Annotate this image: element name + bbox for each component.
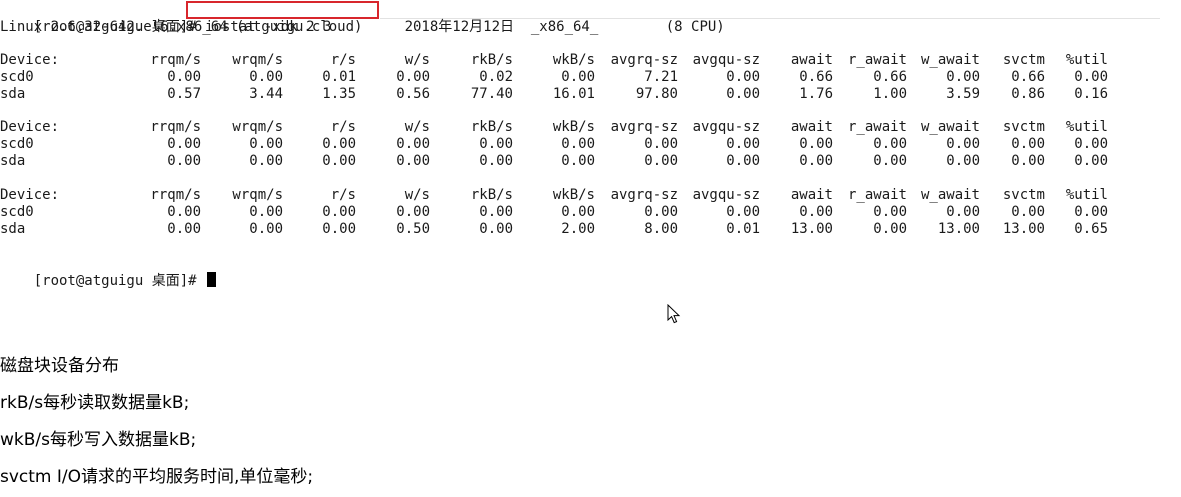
cell-rkb-s: 0.00	[479, 136, 513, 152]
cell-w-s: 0.00	[396, 204, 430, 220]
shell-prompt: [root@atguigu 桌面]#	[33, 273, 206, 289]
header-rrqm-s: rrqm/s	[150, 119, 201, 135]
cell-rrqm-s: 0.00	[167, 69, 201, 85]
header-wkb-s: wkB/s	[552, 187, 595, 203]
cell-avgrq-sz: 0.00	[644, 153, 678, 169]
cell-avgrq-sz: 0.00	[644, 204, 678, 220]
cell-rrqm-s: 0.00	[167, 221, 201, 237]
header-w-s: w/s	[404, 52, 430, 68]
mouse-pointer-icon	[667, 304, 681, 324]
header-rkb-s: rkB/s	[470, 187, 513, 203]
header-wkb-s: wkB/s	[552, 119, 595, 135]
header-rkb-s: rkB/s	[470, 52, 513, 68]
header-w-s: w/s	[404, 187, 430, 203]
cell-util: 0.00	[1074, 136, 1108, 152]
header-rrqm-s: rrqm/s	[150, 52, 201, 68]
cell-device: scd0	[0, 69, 34, 85]
cell-device: scd0	[0, 136, 34, 152]
final-prompt-line[interactable]: [root@atguigu 桌面]#	[0, 255, 217, 289]
cell-w-s: 0.56	[396, 86, 430, 102]
note-wkbs: wkB/s每秒写入数据量kB;	[0, 430, 197, 450]
cell-wkb-s: 0.00	[561, 204, 595, 220]
cell-rkb-s: 0.00	[479, 153, 513, 169]
cell-wkb-s: 0.00	[561, 153, 595, 169]
cell-w-s: 0.50	[396, 221, 430, 237]
cell-device: sda	[0, 221, 26, 237]
header-device: Device:	[0, 119, 60, 135]
cell-w-s: 0.00	[396, 153, 430, 169]
cell-wkb-s: 2.00	[561, 221, 595, 237]
terminal-block-cursor	[207, 272, 217, 287]
terminal-output[interactable]: [root@atguigu 桌面]# iostat -xdk 2 3 Linux…	[0, 0, 1181, 289]
cell-wkb-s: 0.00	[561, 69, 595, 85]
cell-rkb-s: 77.40	[470, 86, 513, 102]
cell-rkb-s: 0.00	[479, 221, 513, 237]
header-avgrq-sz: avgrq-sz	[610, 119, 678, 135]
cell-rkb-s: 0.00	[479, 204, 513, 220]
header-util: %util	[1065, 52, 1108, 68]
cell-rrqm-s: 0.00	[167, 136, 201, 152]
cell-util: 0.00	[1074, 153, 1108, 169]
cell-device: sda	[0, 86, 26, 102]
cell-avgrq-sz: 0.00	[644, 136, 678, 152]
cell-device: scd0	[0, 204, 34, 220]
cell-rkb-s: 0.02	[479, 69, 513, 85]
note-disk-block-devices: 磁盘块设备分布	[0, 356, 119, 376]
header-device: Device:	[0, 187, 60, 203]
note-rkbs: rkB/s每秒读取数据量kB;	[0, 393, 190, 413]
header-rkb-s: rkB/s	[470, 119, 513, 135]
note-svctm: svctm I/O请求的平均服务时间,单位毫秒;	[0, 467, 314, 487]
header-avgrq-sz: avgrq-sz	[610, 52, 678, 68]
cell-w-s: 0.00	[396, 136, 430, 152]
cell-wkb-s: 0.00	[561, 136, 595, 152]
notes-section: 磁盘块设备分布 rkB/s每秒读取数据量kB; wkB/s每秒写入数据量kB; …	[0, 348, 313, 496]
header-wkb-s: wkB/s	[552, 52, 595, 68]
cell-util: 0.16	[1074, 86, 1108, 102]
cell-device: sda	[0, 153, 26, 169]
cell-util: 0.00	[1074, 204, 1108, 220]
cell-util: 0.65	[1074, 221, 1108, 237]
header-rrqm-s: rrqm/s	[150, 187, 201, 203]
cell-rrqm-s: 0.00	[167, 204, 201, 220]
cell-avgrq-sz: 7.21	[644, 69, 678, 85]
cell-rrqm-s: 0.57	[167, 86, 201, 102]
command-highlight-box	[186, 1, 379, 19]
cell-w-s: 0.00	[396, 69, 430, 85]
cell-rrqm-s: 0.00	[167, 153, 201, 169]
system-info-line: Linux 2.6.32-642.el6.x86_64 (atguigu.clo…	[0, 19, 725, 35]
cell-avgrq-sz: 8.00	[644, 221, 678, 237]
header-device: Device:	[0, 52, 60, 68]
cell-util: 0.00	[1074, 69, 1108, 85]
cell-wkb-s: 16.01	[552, 86, 595, 102]
cell-avgrq-sz: 97.80	[635, 86, 678, 102]
header-util: %util	[1065, 119, 1108, 135]
header-avgrq-sz: avgrq-sz	[610, 187, 678, 203]
header-w-s: w/s	[404, 119, 430, 135]
header-util: %util	[1065, 187, 1108, 203]
